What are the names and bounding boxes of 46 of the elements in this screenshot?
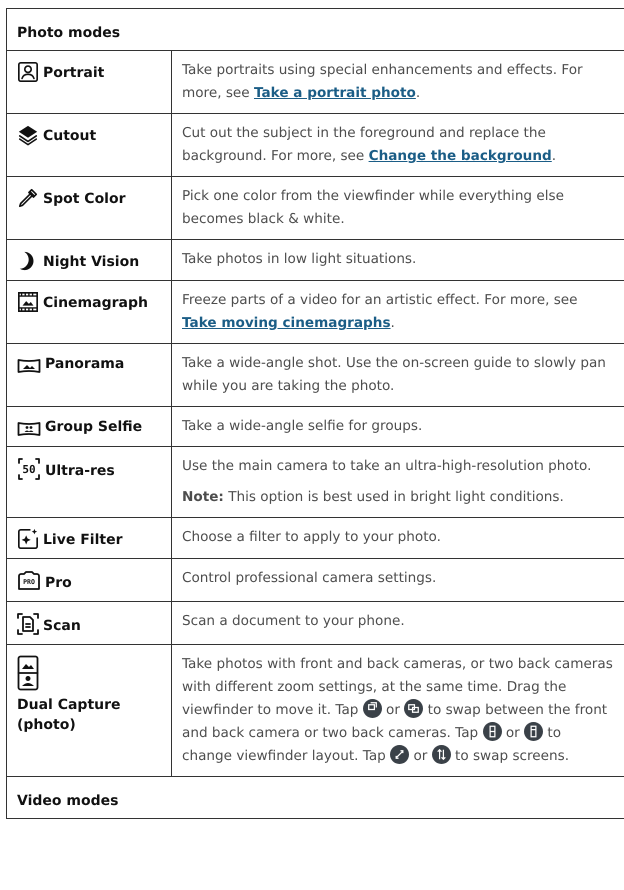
mode-name: Group Selfie xyxy=(45,418,142,437)
description-text: Cut out the subject in the foreground and replace the background. For more, see Change the background. xyxy=(182,124,558,166)
window-swap-icon xyxy=(404,699,424,718)
mode-name: Live Filter xyxy=(43,531,122,550)
film-icon xyxy=(17,291,39,313)
description-text: Freeze parts of a video for an artistic effect. For more, see Take moving cinemagraphs. xyxy=(182,291,579,333)
mode-name: Cutout xyxy=(43,127,96,146)
document-scan-icon xyxy=(17,612,39,636)
portrait-icon xyxy=(17,61,39,83)
section-heading: Photo modes xyxy=(17,25,120,41)
description-text: Pick one color from the viewfinder while everything else becomes black & white. xyxy=(182,187,565,229)
description-text: Take a wide-angle selfie for groups. xyxy=(182,417,424,436)
description-text: Take a wide-angle shot. Use the on-screen guide to slowly pan while you are taking the photo. xyxy=(182,354,607,396)
camera-swap-icon xyxy=(362,699,382,718)
description-text: Control professional camera settings. xyxy=(182,569,438,588)
group-icon xyxy=(17,421,41,437)
sparkle-icon xyxy=(17,528,39,550)
description-text: Note: This option is best used in bright light conditions. xyxy=(182,488,565,507)
description-text: Use the main camera to take an ultra-high-resolution photo. xyxy=(182,457,592,476)
rotate-arrows-icon xyxy=(390,745,410,764)
description-text: Choose a filter to apply to your photo. xyxy=(182,528,442,547)
mode-name: Ultra-res xyxy=(45,462,115,481)
layers-icon xyxy=(17,124,39,146)
panorama-icon xyxy=(17,358,41,374)
mode-name: Scan xyxy=(43,617,81,636)
link[interactable]: Change the background xyxy=(368,148,552,164)
mode-name: Spot Color xyxy=(43,190,126,209)
mode-name: Night Vision xyxy=(43,253,140,272)
mode-name: Dual Capture (photo) xyxy=(17,696,122,735)
swap-arrows-icon xyxy=(432,745,451,764)
mode-name: Portrait xyxy=(43,64,104,83)
description-text: Scan a document to your phone. xyxy=(182,612,406,631)
description-text: Take photos with front and back cameras, or two back cameras with different zoom settings, at the same time. Drag the viewfinder to move it. Tap or to swap between the front and back camera or two back cameras. Tap or to change viewfinder layout. Tap or to swap screens. xyxy=(182,655,614,766)
link[interactable]: Take a portrait photo xyxy=(254,85,416,101)
section-heading: Video modes xyxy=(17,793,118,809)
icon-label: 50 xyxy=(22,464,36,474)
split-layout-icon xyxy=(524,722,544,741)
description-text: Take portraits using special enhancements and effects. For more, see Take a portrait photo. xyxy=(182,61,584,103)
split-layout-icon xyxy=(482,722,502,741)
mode-name: Cinemagraph xyxy=(43,294,148,313)
description-text: Take photos in low light situations. xyxy=(182,250,418,269)
dual-screen-icon xyxy=(17,655,39,691)
mode-name: Panorama xyxy=(45,355,124,374)
link[interactable]: Take moving cinemagraphs xyxy=(182,315,391,331)
eyedropper-icon xyxy=(17,187,39,209)
mode-name: Pro xyxy=(45,574,72,593)
